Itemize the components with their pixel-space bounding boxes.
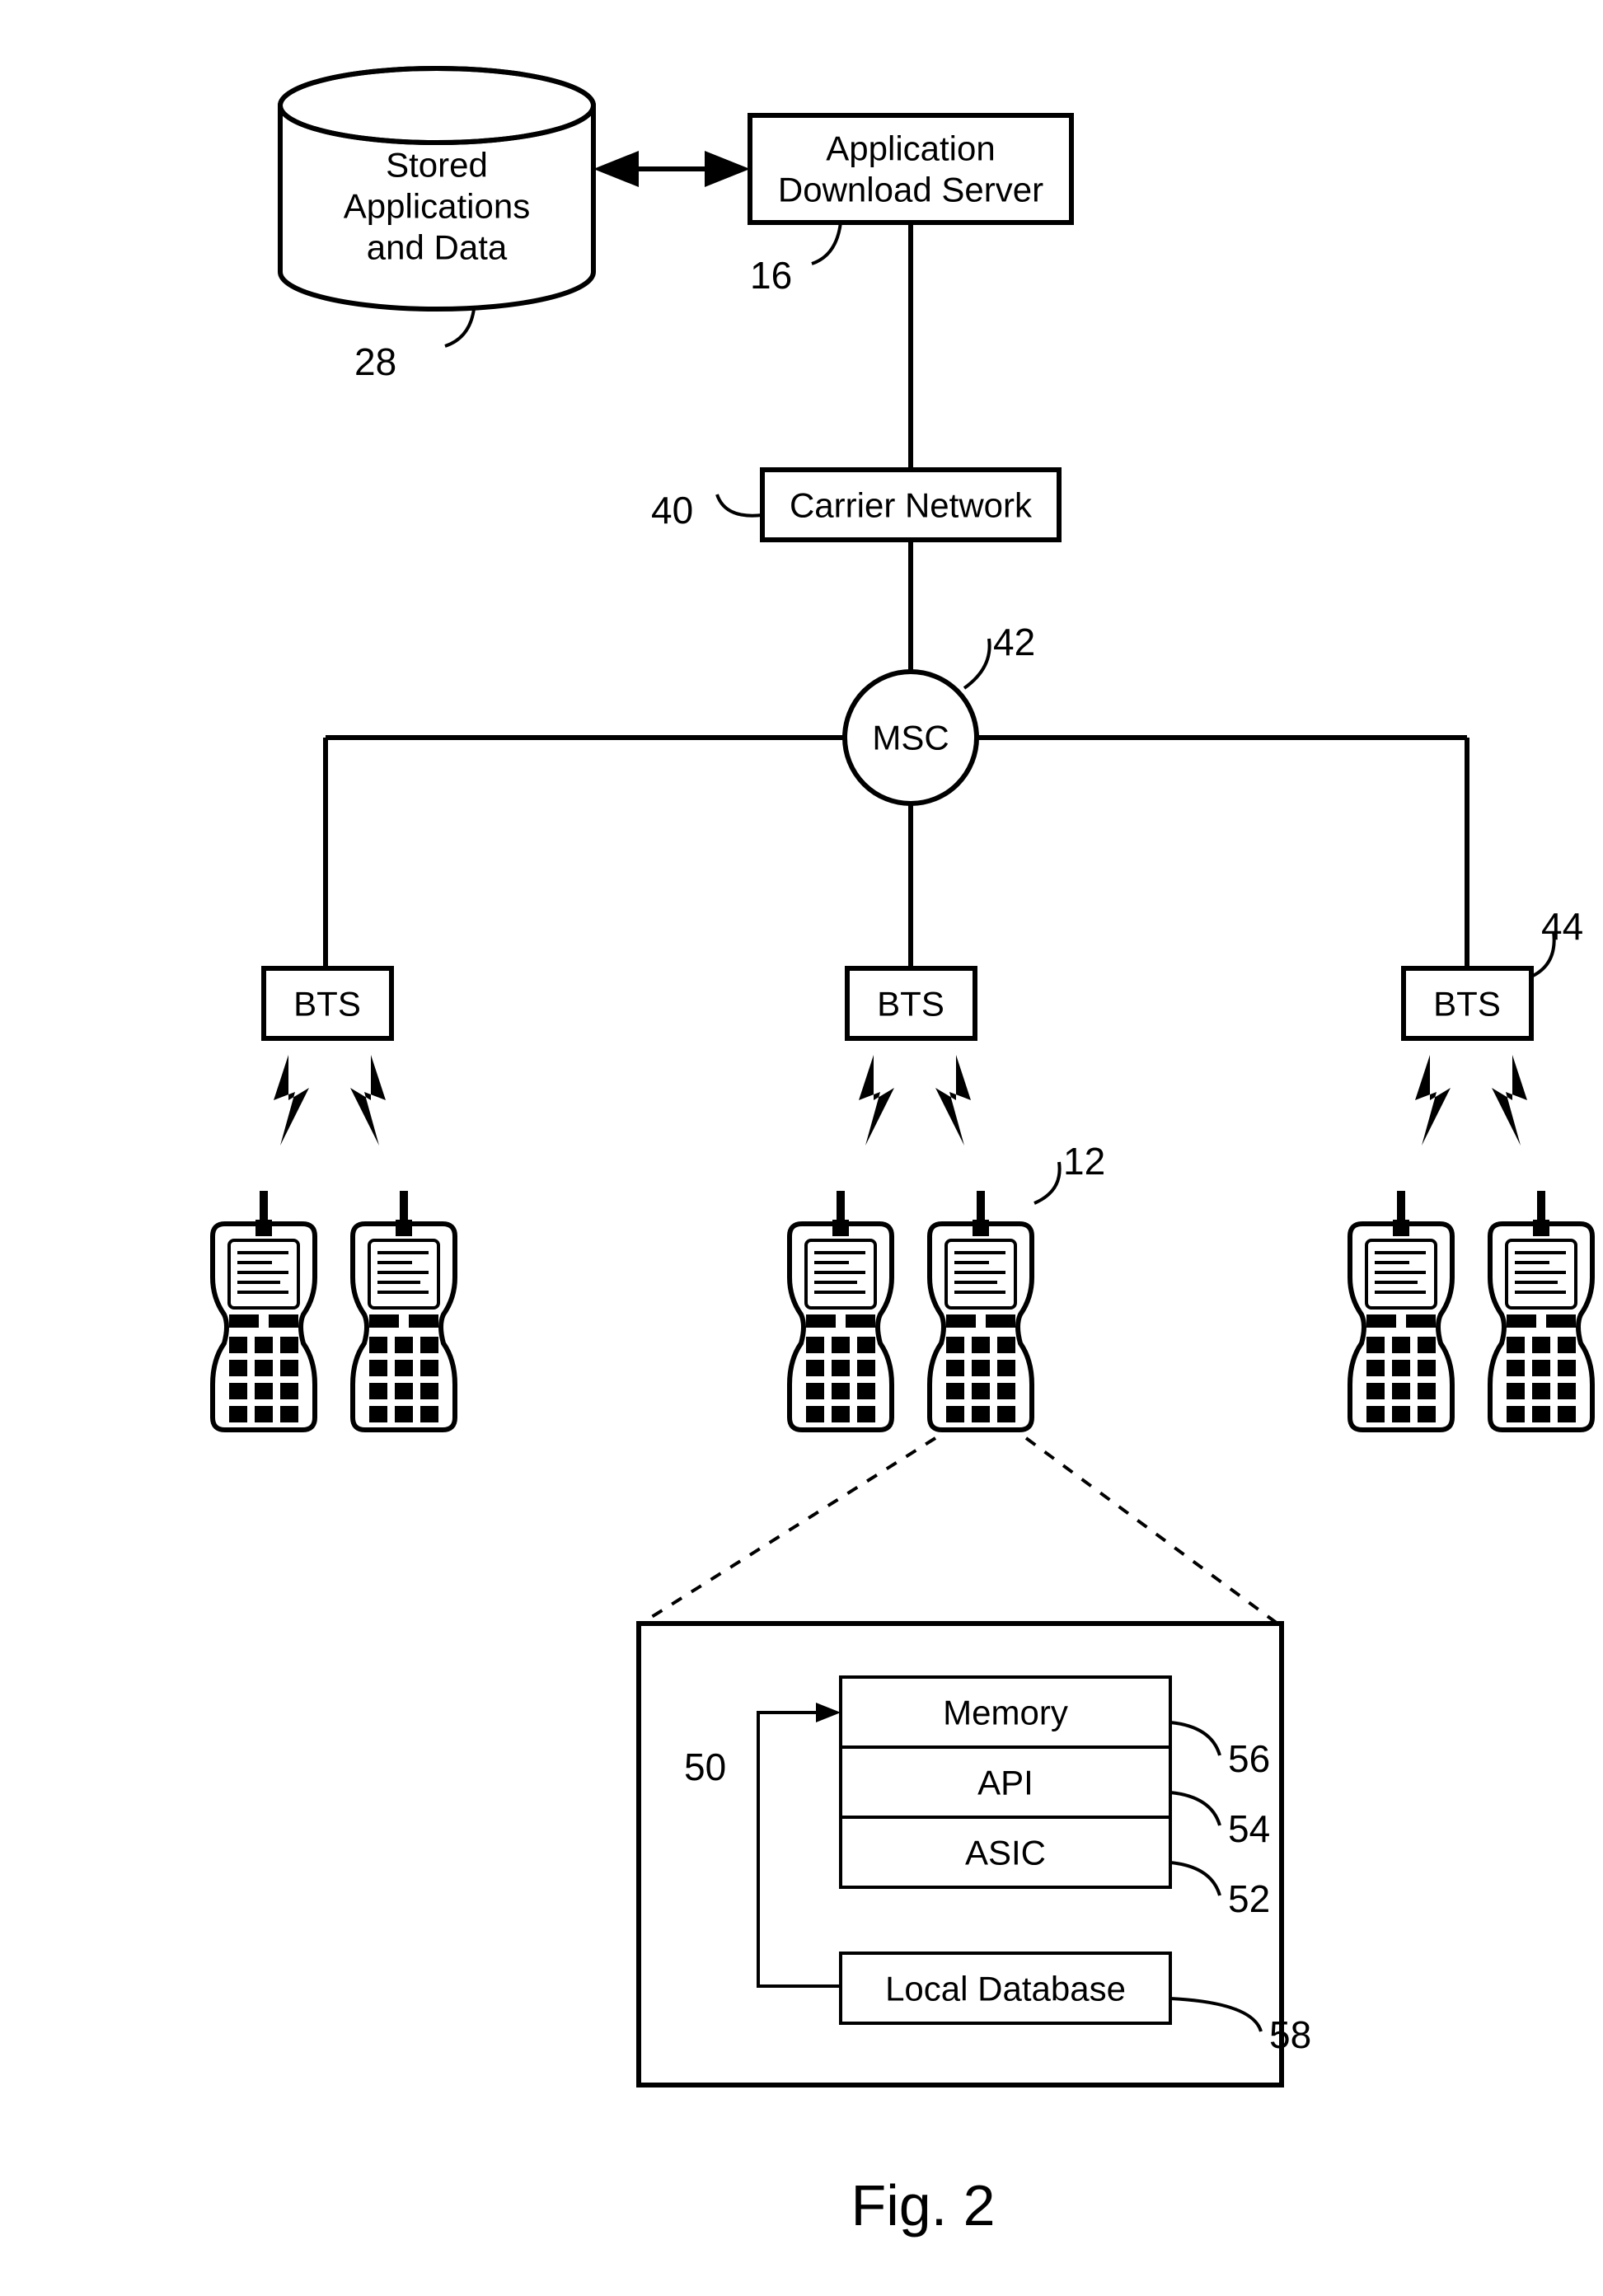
detail-box: Memory API ASIC Local Database xyxy=(639,1624,1282,2085)
server-line2: Download Server xyxy=(778,171,1043,209)
api-label: API xyxy=(977,1764,1034,1802)
server-node: Application Download Server xyxy=(750,115,1071,223)
db-server-arrow xyxy=(593,151,750,187)
memory-label: Memory xyxy=(943,1694,1068,1732)
mobile-device xyxy=(1490,1191,1592,1430)
ref-12: 12 xyxy=(1063,1140,1105,1183)
ref-58: 58 xyxy=(1269,2013,1311,2056)
server-line1: Application xyxy=(826,129,995,168)
mobile-device xyxy=(213,1191,315,1430)
ref-44: 44 xyxy=(1541,905,1583,948)
mobile-device-12 xyxy=(930,1191,1032,1430)
figure-label: Fig. 2 xyxy=(851,2173,995,2237)
wireless-icon xyxy=(1415,1055,1451,1146)
carrier-node: Carrier Network xyxy=(762,470,1059,540)
mobile-device xyxy=(790,1191,892,1430)
ref-54: 54 xyxy=(1228,1807,1270,1850)
ref-50: 50 xyxy=(684,1745,726,1788)
ref-52: 52 xyxy=(1228,1877,1270,1920)
ref-28: 28 xyxy=(354,340,396,383)
ref-40: 40 xyxy=(651,489,693,532)
ref-42: 42 xyxy=(993,621,1035,663)
db-line3: and Data xyxy=(367,228,508,267)
asic-label: ASIC xyxy=(965,1834,1046,1872)
carrier-label: Carrier Network xyxy=(790,486,1033,525)
mobile-device xyxy=(353,1191,455,1430)
wireless-icon xyxy=(859,1055,894,1146)
db-line1: Stored xyxy=(386,146,488,185)
wireless-icon xyxy=(935,1055,971,1146)
mobile-device xyxy=(1350,1191,1452,1430)
wireless-icon xyxy=(274,1055,309,1146)
svg-text:BTS: BTS xyxy=(877,985,944,1024)
svg-text:BTS: BTS xyxy=(1433,985,1501,1024)
ref-16: 16 xyxy=(750,254,792,297)
wireless-icon xyxy=(350,1055,386,1146)
bts-right: BTS xyxy=(1404,968,1531,1038)
db-line2: Applications xyxy=(344,187,530,226)
localdb-label: Local Database xyxy=(885,1970,1126,2008)
bts-center: BTS xyxy=(847,968,975,1038)
database-node: Stored Applications and Data xyxy=(280,68,593,309)
ref-56: 56 xyxy=(1228,1737,1270,1780)
msc-label: MSC xyxy=(872,719,949,757)
svg-text:BTS: BTS xyxy=(293,985,361,1024)
bts-left: BTS xyxy=(264,968,391,1038)
msc-node: MSC xyxy=(845,672,977,804)
wireless-icon xyxy=(1492,1055,1527,1146)
